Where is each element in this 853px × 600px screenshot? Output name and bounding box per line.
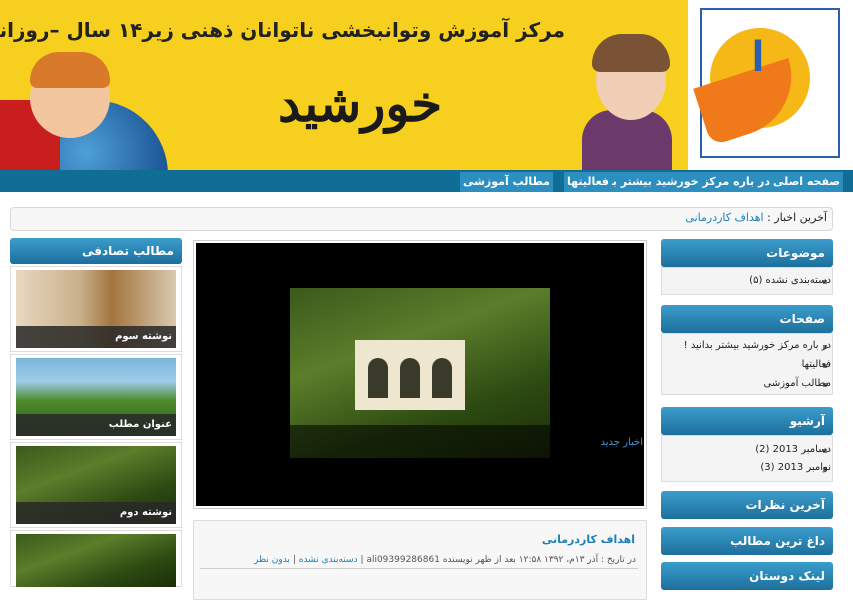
archive-item-november[interactable]: نوامبر 2013 (3) — [760, 462, 831, 473]
slide-caption-bar — [290, 425, 642, 460]
site-header: مرکز آموزش وتوانبخشی ناتوانان ذهنی زیر۱۴… — [0, 0, 853, 170]
archive-item-december[interactable]: دسامبر 2013 (2) — [755, 444, 831, 455]
widget-title-topics: موضوعات — [661, 239, 833, 267]
topic-item-uncategorized[interactable]: دسته‌بندی نشده (۵) — [749, 275, 831, 286]
post-meta-separator: | — [292, 555, 296, 565]
site-name: خورشید — [278, 74, 443, 133]
site-title: مرکز آموزش وتوانبخشی ناتوانان ذهنی زیر۱۴… — [0, 18, 565, 42]
widget-title-friend-links: لینک دوستان — [661, 562, 833, 590]
child-hair-left — [30, 52, 110, 88]
nav-item-educational[interactable]: مطالب آموزشی — [459, 172, 553, 192]
page-item-activities[interactable]: فعالیتها — [802, 359, 831, 370]
random-posts-title: مطالب تصادفی — [10, 238, 182, 264]
random-post-caption[interactable]: عنوان مطلب — [16, 414, 176, 436]
nav-item-activities[interactable]: فعالیتها — [563, 172, 612, 192]
page-item-educational[interactable]: مطالب آموزشی — [764, 378, 832, 389]
widget-title-archive: آرشیو — [661, 407, 833, 435]
latest-news-link[interactable]: اهداف کاردرمانی — [685, 211, 763, 224]
widget-title-recent-comments: آخرین نظرات — [661, 491, 833, 519]
widget-archive — [661, 435, 833, 482]
nav-item-home[interactable]: صفحه اصلی — [770, 172, 843, 192]
slide-caption[interactable]: اخبار جدید — [601, 437, 644, 448]
latest-news: آخرین اخبار : اهداف کاردرمانی — [685, 211, 827, 224]
post-title[interactable]: اهداف کاردرمانی — [542, 533, 635, 546]
latest-news-label: آخرین اخبار : — [767, 211, 827, 224]
post-meta: در تاریخ : آذر ۱۳م، ۱۳۹۲ ۱۲:۵۸ بعد از ظه… — [254, 555, 636, 565]
logo-mark-icon: ꟾ — [751, 40, 765, 80]
page-item-about[interactable]: در باره مرکز خورشید بیشتر بدانید ! — [684, 340, 831, 351]
post-divider — [200, 568, 638, 569]
random-post-image[interactable] — [16, 534, 176, 587]
post-comments-link[interactable]: بدون نظر — [254, 555, 290, 565]
post-category-link[interactable]: دسته‌بندی نشده — [299, 555, 358, 565]
random-post-caption[interactable]: نوشته دوم — [16, 502, 176, 524]
random-post-caption[interactable]: نوشته سوم — [16, 326, 176, 348]
post-meta-text: در تاریخ : آذر ۱۳م، ۱۳۹۲ ۱۲:۵۸ بعد از ظه… — [360, 555, 636, 565]
child-hair-right — [592, 34, 670, 72]
widget-title-hot-posts: داغ ترین مطالب — [661, 527, 833, 555]
slide-arch — [432, 358, 452, 398]
slide-arch — [400, 358, 420, 398]
widget-title-pages: صفحات — [661, 305, 833, 333]
slide-arch — [368, 358, 388, 398]
